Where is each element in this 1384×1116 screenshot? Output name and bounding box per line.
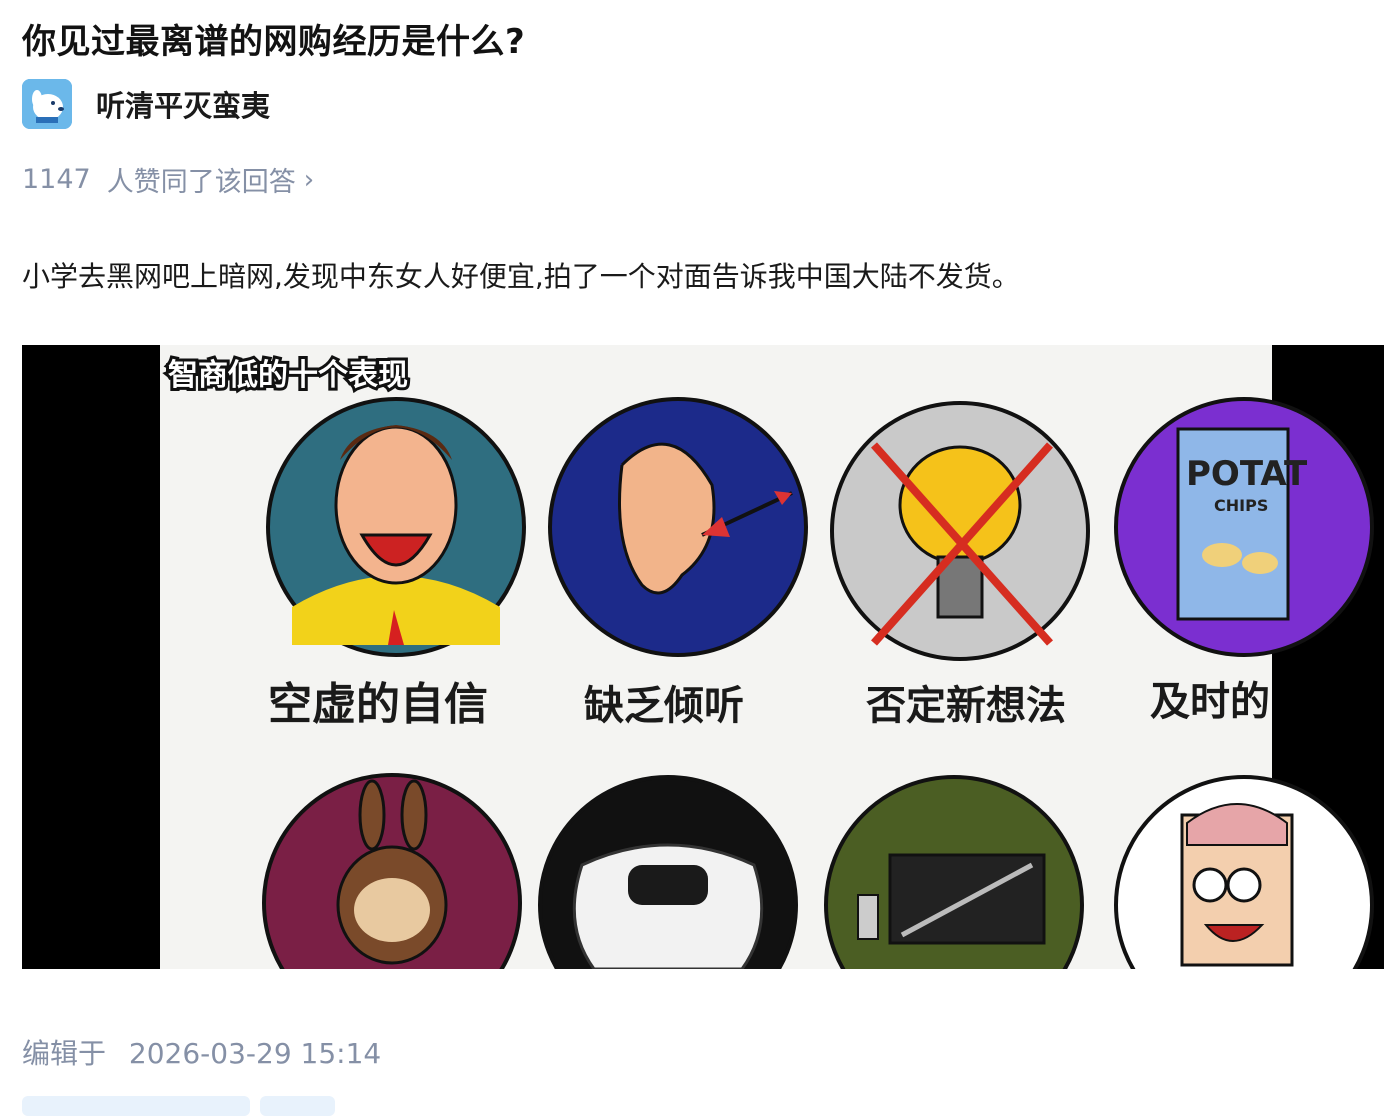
topic-tag[interactable] <box>22 1096 250 1116</box>
vote-summary[interactable]: 1147 人赞同了该回答 › <box>22 160 314 199</box>
crossed-lightbulb-icon <box>830 401 1090 661</box>
smiling-man-icon <box>266 397 526 657</box>
edit-timestamp: 编辑于 2026-03-29 15:14 <box>22 1032 381 1072</box>
edited-label: 编辑于 <box>22 1037 107 1070</box>
edited-time: 2026-03-29 15:14 <box>128 1037 382 1070</box>
vote-count: 1147 <box>22 164 91 195</box>
label-lack-listening: 缺乏倾听 <box>584 683 744 729</box>
svg-text:POTAT: POTAT <box>1186 454 1308 494</box>
label-empty-confidence: 空虚的自信 <box>268 679 488 730</box>
ear-arrow-icon <box>548 397 808 657</box>
author-row[interactable]: 听清平灭蛮夷 <box>22 78 270 130</box>
potato-chips-icon: POTAT CHIPS <box>1114 397 1374 657</box>
svg-text:CHIPS: CHIPS <box>1214 496 1268 515</box>
dog-avatar-icon[interactable] <box>22 79 72 129</box>
chevron-right-icon: › <box>303 164 315 195</box>
question-title[interactable]: 你见过最离谱的网购经历是什么? <box>22 14 525 63</box>
vote-text: 人赞同了该回答 <box>106 167 296 198</box>
author-name[interactable]: 听清平灭蛮夷 <box>96 83 270 125</box>
image-heading: 智商低的十个表现 <box>168 358 408 393</box>
answer-content: 小学去黑网吧上暗网,发现中东女人好便宜,拍了一个对面告诉我中国大陆不发货。 <box>22 260 1020 293</box>
label-timely: 及时的 <box>1150 679 1270 725</box>
label-deny-new-ideas: 否定新想法 <box>866 683 1066 729</box>
answer-image[interactable]: 智商低的十个表现 POTAT CHIPS 空虚的自信 缺乏倾听 否定新想法 及时… <box>22 345 1384 969</box>
topic-tag[interactable] <box>260 1096 335 1116</box>
